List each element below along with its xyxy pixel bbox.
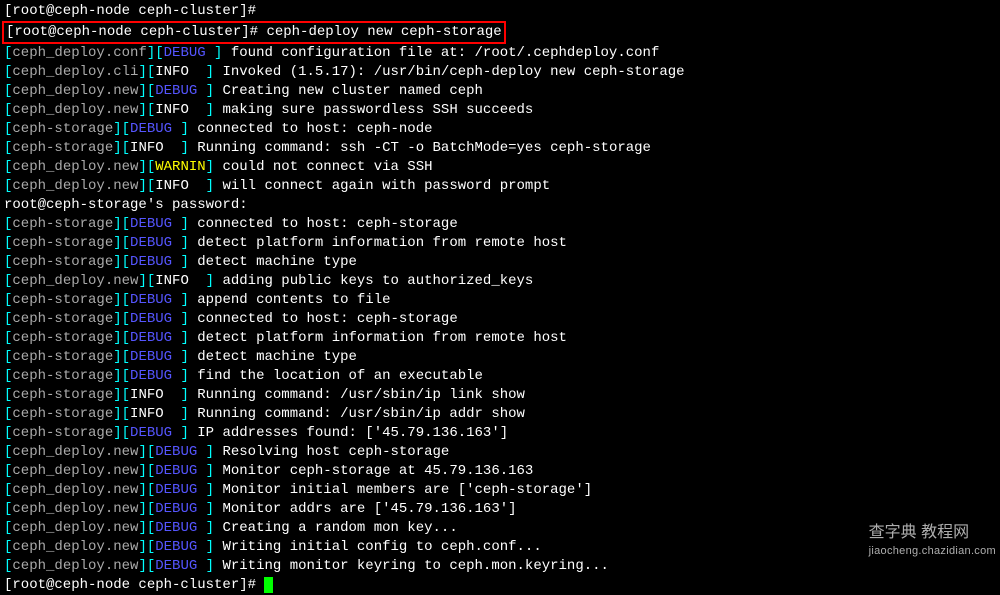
terminal[interactable]: [root@ceph-node ceph-cluster]# [root@cep…	[4, 2, 996, 595]
watermark-text: 查字典 教程网	[869, 524, 969, 541]
log-line: [ceph_deploy.new][DEBUG ] Monitor addrs …	[4, 500, 996, 519]
log-line: [ceph-storage][DEBUG ] connected to host…	[4, 120, 996, 139]
log-line: [ceph_deploy.new][DEBUG ] Writing monito…	[4, 557, 996, 576]
log-line: [ceph-storage][DEBUG ] find the location…	[4, 367, 996, 386]
log-line: [ceph_deploy.new][INFO ] adding public k…	[4, 272, 996, 291]
log-line: [ceph_deploy.new][DEBUG ] Resolving host…	[4, 443, 996, 462]
log-line: [ceph-storage][DEBUG ] detect machine ty…	[4, 253, 996, 272]
log-line: [ceph-storage][INFO ] Running command: /…	[4, 405, 996, 424]
log-line: [ceph_deploy.new][INFO ] will connect ag…	[4, 177, 996, 196]
log-line: [ceph-storage][DEBUG ] detect platform i…	[4, 234, 996, 253]
log-line: [ceph_deploy.new][INFO ] making sure pas…	[4, 101, 996, 120]
log-line: [ceph_deploy.new][DEBUG ] Creating new c…	[4, 82, 996, 101]
prompt-line: [root@ceph-node ceph-cluster]# ceph-depl…	[4, 21, 996, 44]
log-line: [ceph_deploy.new][DEBUG ] Creating a ran…	[4, 519, 996, 538]
log-line: [ceph-storage][INFO ] Running command: s…	[4, 139, 996, 158]
log-line: [ceph-storage][DEBUG ] IP addresses foun…	[4, 424, 996, 443]
log-line: [ceph-storage][DEBUG ] connected to host…	[4, 215, 996, 234]
watermark-url: jiaocheng.chazidian.com	[869, 542, 996, 561]
log-line: [ceph-storage][INFO ] Running command: /…	[4, 386, 996, 405]
prompt-line: [root@ceph-node ceph-cluster]#	[4, 576, 996, 595]
log-line: [ceph_deploy.new][WARNIN] could not conn…	[4, 158, 996, 177]
log-line: [ceph-storage][DEBUG ] connected to host…	[4, 310, 996, 329]
prompt-line: [root@ceph-node ceph-cluster]#	[4, 2, 996, 21]
watermark: 查字典 教程网 jiaocheng.chazidian.com	[869, 523, 996, 561]
log-line: [ceph_deploy.new][DEBUG ] Monitor ceph-s…	[4, 462, 996, 481]
log-line: [ceph_deploy.conf][DEBUG ] found configu…	[4, 44, 996, 63]
log-line: root@ceph-storage's password:	[4, 196, 996, 215]
log-line: [ceph_deploy.new][DEBUG ] Writing initia…	[4, 538, 996, 557]
log-line: [ceph-storage][DEBUG ] detect platform i…	[4, 329, 996, 348]
log-line: [ceph_deploy.cli][INFO ] Invoked (1.5.17…	[4, 63, 996, 82]
log-line: [ceph-storage][DEBUG ] detect machine ty…	[4, 348, 996, 367]
cursor-icon	[264, 577, 273, 593]
log-line: [ceph_deploy.new][DEBUG ] Monitor initia…	[4, 481, 996, 500]
log-line: [ceph-storage][DEBUG ] append contents t…	[4, 291, 996, 310]
